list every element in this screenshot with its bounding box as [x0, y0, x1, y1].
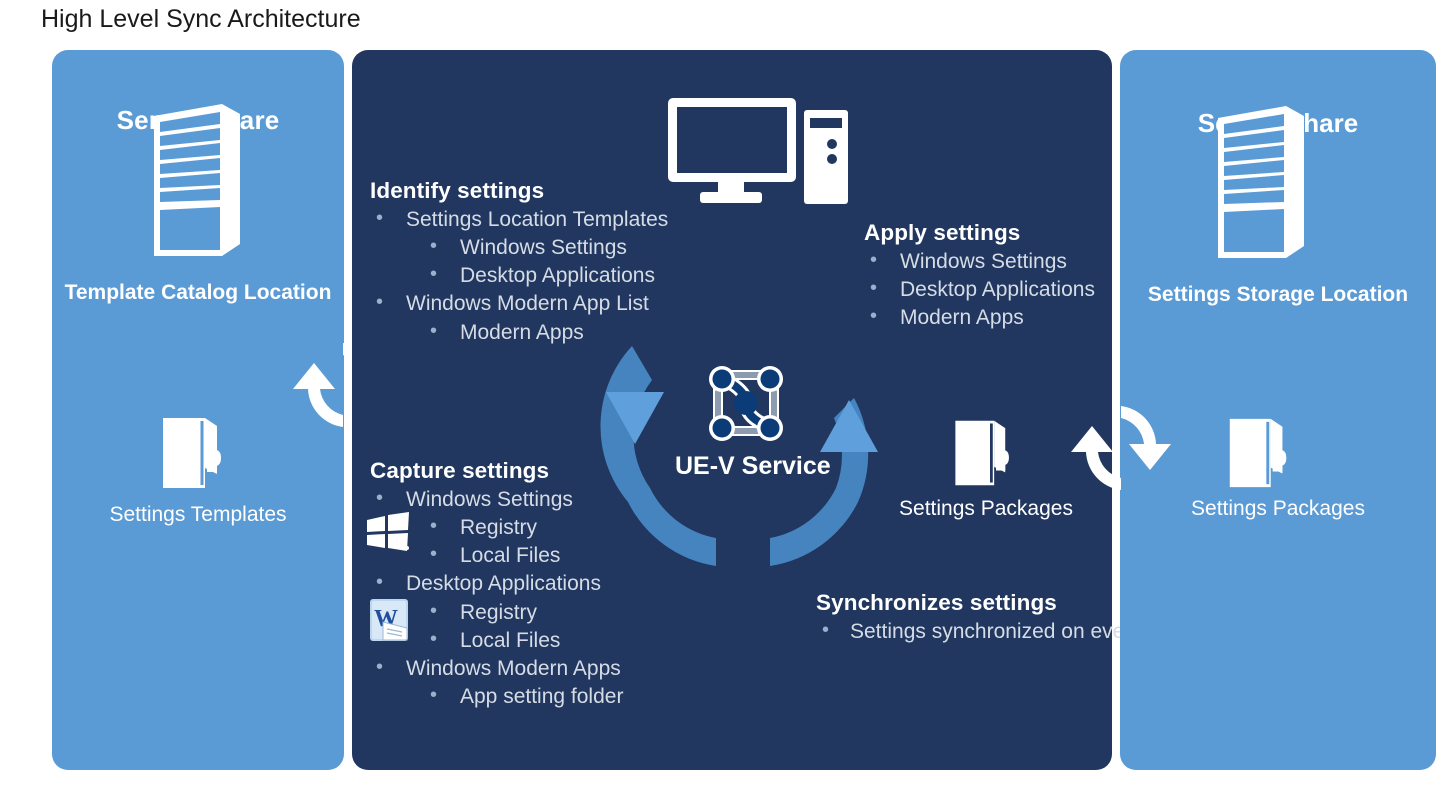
- server-rack-icon: [1218, 106, 1304, 258]
- windows-logo-icon: [367, 512, 409, 551]
- desktop-computer-icon: [668, 98, 848, 204]
- sync-arrows-icon: [1071, 406, 1171, 490]
- list-item: Windows Settings: [370, 233, 668, 262]
- server-rack-icon: [154, 104, 240, 256]
- list-item: Windows Modern App List: [370, 289, 668, 318]
- list-item: Desktop Applications: [370, 569, 623, 598]
- page-title: High Level Sync Architecture: [41, 5, 361, 33]
- apply-settings-list: Windows Settings Desktop Applications Mo…: [864, 247, 1095, 332]
- identify-settings-heading: Identify settings: [370, 178, 545, 203]
- folder-icon: [1229, 418, 1287, 488]
- template-catalog-location-caption: Template Catalog Location: [64, 281, 332, 304]
- identify-settings-list: Settings Location Templates Windows Sett…: [370, 205, 668, 347]
- right-settings-packages-caption: Settings Packages: [1191, 497, 1365, 520]
- center-settings-packages-caption: Settings Packages: [899, 497, 1073, 520]
- list-item: App setting folder: [370, 682, 623, 711]
- settings-templates-caption: Settings Templates: [109, 503, 287, 526]
- list-item: Settings Location Templates: [370, 205, 668, 234]
- uev-service-node-icon: [709, 366, 783, 441]
- identify-settings-block: Identify settings Settings Location Temp…: [370, 178, 668, 347]
- settings-storage-location-caption: Settings Storage Location: [1147, 283, 1409, 306]
- list-item: Modern Apps: [370, 318, 668, 347]
- list-item: Windows Modern Apps: [370, 654, 623, 683]
- list-item: Desktop Applications: [864, 275, 1095, 304]
- list-item: Settings synchronized on event triggers: [816, 617, 1218, 646]
- diagram-canvas: High Level Sync Architecture Server Shar…: [0, 0, 1436, 805]
- list-item: Modern Apps: [864, 303, 1095, 332]
- capture-settings-block: Capture settings Windows Settings Regist…: [370, 458, 623, 711]
- list-item: Desktop Applications: [370, 261, 668, 290]
- folder-icon: [163, 418, 221, 488]
- list-item: Windows Settings: [864, 247, 1095, 276]
- apply-settings-heading: Apply settings: [864, 220, 1021, 245]
- capture-settings-heading: Capture settings: [370, 458, 550, 483]
- apply-settings-block: Apply settings Windows Settings Desktop …: [864, 220, 1095, 332]
- uev-service-label: UE-V Service: [675, 452, 831, 480]
- synchronize-settings-list: Settings synchronized on event triggers: [816, 617, 1218, 646]
- synchronize-settings-heading: Synchronizes settings: [816, 590, 1057, 615]
- list-item: Windows Settings: [370, 485, 623, 514]
- synchronize-settings-block: Synchronizes settings Settings synchroni…: [816, 590, 1218, 646]
- microsoft-word-icon: W: [370, 599, 408, 641]
- folder-icon: [955, 420, 1009, 486]
